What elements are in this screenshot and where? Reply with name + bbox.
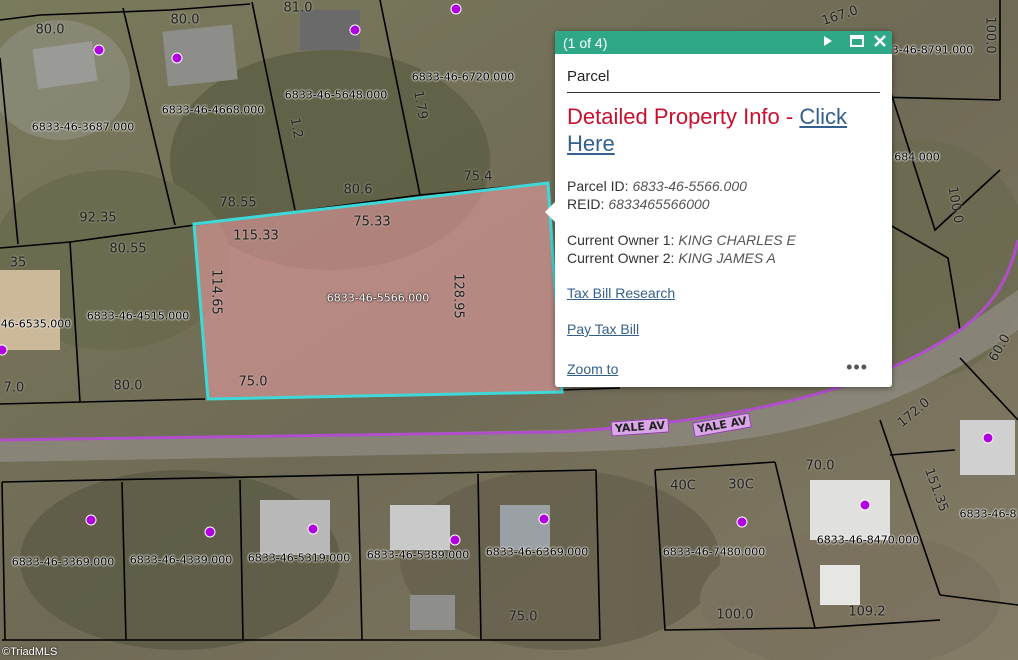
parcel-label: 6833-46-5319.000 <box>247 551 351 565</box>
dimension-label: 30C <box>728 477 754 493</box>
headline-text: Detailed Property Info <box>567 104 780 129</box>
parcel-label: 6833-46-4339.000 <box>129 553 233 567</box>
feature-counter: (1 of 4) <box>563 35 608 51</box>
selected-parcel-label: 6833-46-5566.000 <box>326 291 430 305</box>
dimension-label: 75.33 <box>353 214 391 230</box>
dimension-label: 100.0 <box>982 16 998 54</box>
dimension-label: 75.0 <box>508 609 538 625</box>
layer-title: Parcel <box>567 54 880 93</box>
dimension-label: 78.55 <box>219 195 257 211</box>
owner2-row: Current Owner 2: KING JAMES A <box>567 249 880 267</box>
zoom-to-link[interactable]: Zoom to <box>567 361 618 377</box>
parcel-label: 6833-46-7480.000 <box>662 545 766 559</box>
parcel-label: 6833-46-6369.000 <box>485 545 589 559</box>
dimension-label: 75.4 <box>463 169 493 185</box>
popup-header: (1 of 4) <box>555 31 892 54</box>
tax-bill-research-link[interactable]: Tax Bill Research <box>567 285 675 301</box>
parcel-label: 6833-46-3369.000 <box>11 555 115 569</box>
popup-pointer <box>545 201 556 223</box>
parcel-id-value: 6833-46-5566.000 <box>632 178 747 194</box>
owner1-value: KING CHARLES E <box>678 232 796 248</box>
detailed-property-info: Detailed Property Info - Click Here <box>567 103 880 157</box>
owner2-label: Current Owner 2: <box>567 250 675 266</box>
dimension-label: 7.0 <box>3 380 25 396</box>
close-icon[interactable] <box>874 34 886 50</box>
dimension-label: 75.0 <box>238 374 268 390</box>
parcel-label: 6833-46-8 <box>959 507 1017 521</box>
dimension-label: 80.6 <box>343 182 373 198</box>
parcel-label: 6833-46-5389.000 <box>366 548 470 562</box>
owner2-value: KING JAMES A <box>678 250 776 266</box>
owner1-label: Current Owner 1: <box>567 232 675 248</box>
parcel-label: 6833-46-8470.000 <box>816 533 920 547</box>
dimension-label: 40C <box>670 478 696 494</box>
parcel-label: 6833-46-4668.000 <box>161 103 265 117</box>
dimension-label: 100.0 <box>716 607 754 623</box>
dimension-label: 92.35 <box>79 210 117 226</box>
parcel-id-row: Parcel ID: 6833-46-5566.000 <box>567 177 880 195</box>
dimension-label: 80.55 <box>109 241 147 257</box>
parcel-label: 6833-46-6535.000 <box>0 317 72 331</box>
parcel-label: 6833-46-5648.000 <box>284 88 388 102</box>
dimension-label: 115.33 <box>233 228 279 244</box>
dimension-label: 80.0 <box>35 22 65 38</box>
reid-row: REID: 6833465566000 <box>567 195 880 213</box>
parcel-label: 6833-46-4515.000 <box>86 309 190 323</box>
dimension-label: 70.0 <box>805 458 835 474</box>
play-icon[interactable] <box>823 34 833 50</box>
maximize-icon[interactable] <box>850 34 864 50</box>
parcel-label: 684.000 <box>894 150 940 164</box>
parcel-popup: (1 of 4) Parcel Detailed Property Info -… <box>545 31 892 387</box>
reid-label: REID: <box>567 196 605 212</box>
owner1-row: Current Owner 1: KING CHARLES E <box>567 231 880 249</box>
dimension-label: 109.2 <box>848 604 886 620</box>
dimension-label: 35 <box>9 255 27 271</box>
parcel-label: 6833-46-3687.000 <box>31 120 135 134</box>
dimension-label: 114.65 <box>208 269 224 315</box>
dimension-label: 80.0 <box>113 378 143 394</box>
dimension-label: 80.0 <box>170 12 200 28</box>
parcel-label: 6833-46-6720.000 <box>411 70 515 84</box>
more-options-icon[interactable]: ••• <box>846 357 868 378</box>
watermark: ©TriadMLS <box>2 646 58 658</box>
dimension-label: 81.0 <box>283 0 313 16</box>
reid-value: 6833465566000 <box>608 196 710 212</box>
parcel-id-label: Parcel ID: <box>567 178 629 194</box>
dimension-label: 128.95 <box>450 273 466 319</box>
headline-separator: - <box>779 104 800 129</box>
popup-footer: Zoom to ••• <box>567 357 880 379</box>
pay-tax-bill-link[interactable]: Pay Tax Bill <box>567 321 639 337</box>
